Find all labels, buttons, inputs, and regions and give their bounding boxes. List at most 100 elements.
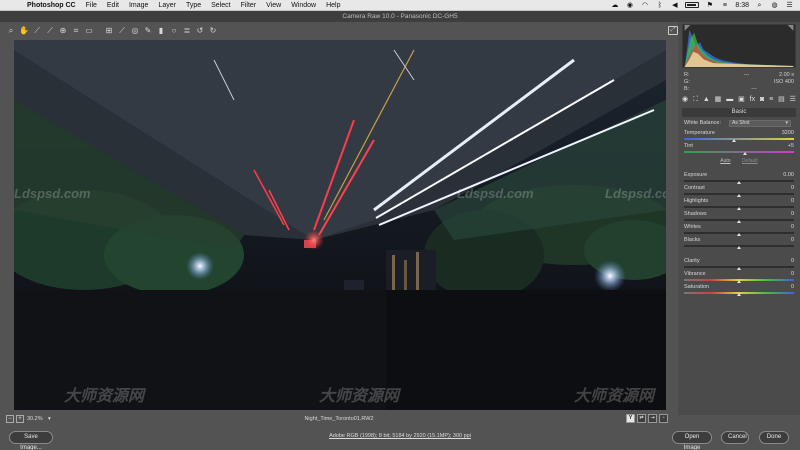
slider-thumb[interactable] xyxy=(737,246,741,249)
before-after-toggle[interactable]: Y xyxy=(626,414,635,423)
adjustment-brush-icon[interactable]: ✎ xyxy=(143,26,153,36)
preferences-icon[interactable]: ≣ xyxy=(182,26,192,36)
slider-track[interactable] xyxy=(684,138,794,140)
open-image-button[interactable]: Open Image xyxy=(672,431,712,450)
full-screen-button[interactable]: ⤢ xyxy=(668,26,678,35)
siri-icon[interactable]: ◍ xyxy=(770,2,779,9)
slider-vibrance[interactable]: Vibrance 0 xyxy=(684,271,794,283)
toggle-default-icon[interactable]: ▫ xyxy=(659,414,668,423)
menu-edit[interactable]: Edit xyxy=(102,2,124,9)
slider-value[interactable]: 3200 xyxy=(782,130,794,136)
slider-whites[interactable]: Whites 0 xyxy=(684,224,794,236)
tab-presets-icon[interactable]: ≡ xyxy=(769,95,773,105)
default-link[interactable]: Default xyxy=(742,158,758,164)
slider-thumb[interactable] xyxy=(737,207,741,210)
copy-settings-icon[interactable]: ⇥ xyxy=(648,414,657,423)
slider-value[interactable]: 0 xyxy=(791,237,794,243)
slider-thumb[interactable] xyxy=(737,233,741,236)
slider-thumb[interactable] xyxy=(742,152,747,155)
menu-filter[interactable]: Filter xyxy=(236,2,262,9)
spot-removal-tool-icon[interactable]: ⟋ xyxy=(117,26,127,36)
slider-value[interactable]: 0 xyxy=(791,284,794,290)
menu-layer[interactable]: Layer xyxy=(153,2,181,9)
slider-value[interactable]: 0 xyxy=(791,224,794,230)
slider-thumb[interactable] xyxy=(737,293,741,296)
slider-thumb[interactable] xyxy=(737,220,741,223)
red-eye-tool-icon[interactable]: ◎ xyxy=(130,26,140,36)
notification-center-icon[interactable]: ☰ xyxy=(785,2,794,9)
rotate-right-icon[interactable]: ↻ xyxy=(208,26,218,36)
slider-contrast[interactable]: Contrast 0 xyxy=(684,185,794,197)
slider-value[interactable]: +5 xyxy=(788,143,794,149)
bluetooth-icon[interactable]: ᛒ xyxy=(655,2,664,9)
creative-cloud-icon[interactable]: ☁ xyxy=(610,2,619,9)
tab-split-toning-icon[interactable]: ▬ xyxy=(726,95,733,105)
slider-tint[interactable]: Tint +5 xyxy=(684,143,794,155)
menu-app-name[interactable]: Photoshop CC xyxy=(22,2,81,9)
image-preview[interactable]: Ldspsd.com Ldspsd.com Ldspsd.com 大师资源网 大… xyxy=(14,40,666,410)
slider-value[interactable]: 0 xyxy=(791,211,794,217)
menu-select[interactable]: Select xyxy=(206,2,235,9)
tab-hsl-icon[interactable]: ▦ xyxy=(715,95,722,105)
slider-thumb[interactable] xyxy=(737,181,741,184)
color-sampler-tool-icon[interactable]: ⟋ xyxy=(45,26,55,36)
slider-value[interactable]: 0 xyxy=(791,258,794,264)
slider-track[interactable] xyxy=(684,151,794,153)
slider-value[interactable]: 0.00 xyxy=(783,172,794,178)
done-button[interactable]: Done xyxy=(759,431,789,444)
white-balance-tool-icon[interactable]: ⟋ xyxy=(32,26,42,36)
menu-file[interactable]: File xyxy=(81,2,102,9)
rotate-left-icon[interactable]: ↺ xyxy=(195,26,205,36)
slider-thumb[interactable] xyxy=(731,139,736,142)
slider-shadows[interactable]: Shadows 0 xyxy=(684,211,794,223)
slider-value[interactable]: 0 xyxy=(791,185,794,191)
auto-link[interactable]: Auto xyxy=(720,158,730,164)
menu-image[interactable]: Image xyxy=(124,2,153,9)
menu-window[interactable]: Window xyxy=(286,2,321,9)
tab-effects-icon[interactable]: fx xyxy=(750,95,755,105)
slider-blacks[interactable]: Blacks 0 xyxy=(684,237,794,249)
menu-help[interactable]: Help xyxy=(321,2,345,9)
panel-title: Basic xyxy=(682,108,796,117)
panel-menu-icon[interactable]: ☰ xyxy=(790,95,796,105)
eye-icon[interactable]: ◉ xyxy=(625,2,634,9)
zoom-tool-icon[interactable]: ⌕ xyxy=(6,26,16,36)
spotlight-search-icon[interactable]: ⌕ xyxy=(755,2,764,9)
crop-tool-icon[interactable]: ⌗ xyxy=(71,26,81,36)
wifi-icon[interactable]: ◠ xyxy=(640,2,649,9)
battery-icon[interactable] xyxy=(685,2,700,8)
slider-value[interactable]: 0 xyxy=(791,271,794,277)
hand-tool-icon[interactable]: ✋ xyxy=(19,26,29,36)
menu-view[interactable]: View xyxy=(261,2,286,9)
tab-snapshots-icon[interactable]: ▤ xyxy=(778,95,785,105)
tab-tone-curve-icon[interactable]: ⛶ xyxy=(693,95,698,105)
menu-list-icon[interactable]: ≡ xyxy=(720,2,729,9)
slider-exposure[interactable]: Exposure 0.00 xyxy=(684,172,794,184)
targeted-adjustment-tool-icon[interactable]: ⊕ xyxy=(58,26,68,36)
slider-highlights[interactable]: Highlights 0 xyxy=(684,198,794,210)
slider-clarity[interactable]: Clarity 0 xyxy=(684,258,794,270)
slider-temperature[interactable]: Temperature 3200 xyxy=(684,130,794,142)
tab-camera-calibration-icon[interactable]: ◙ xyxy=(760,95,764,105)
slider-value[interactable]: 0 xyxy=(791,198,794,204)
tab-detail-icon[interactable]: ▲ xyxy=(703,95,710,105)
tab-lens-icon[interactable]: ▣ xyxy=(738,95,745,105)
transform-tool-icon[interactable]: ⊞ xyxy=(104,26,114,36)
white-balance-select[interactable]: As Shot xyxy=(729,119,791,127)
flag-icon[interactable]: ⚑ xyxy=(705,2,714,9)
slider-thumb[interactable] xyxy=(737,280,741,283)
white-balance-label: White Balance: xyxy=(684,120,721,126)
tab-basic-icon[interactable]: ◉ xyxy=(682,95,688,105)
clock[interactable]: 8:38 xyxy=(735,2,749,9)
menu-type[interactable]: Type xyxy=(181,2,206,9)
straighten-tool-icon[interactable]: ▭ xyxy=(84,26,94,36)
swap-settings-icon[interactable]: ⇄ xyxy=(637,414,646,423)
slider-thumb[interactable] xyxy=(737,267,741,270)
slider-saturation[interactable]: Saturation 0 xyxy=(684,284,794,296)
graduated-filter-icon[interactable]: ▮ xyxy=(156,26,166,36)
cancel-button[interactable]: Cancel xyxy=(721,431,749,444)
volume-icon[interactable]: ◀ xyxy=(670,2,679,9)
slider-thumb[interactable] xyxy=(737,194,741,197)
info-readout: R: --- 2.00 s G: ISO 400 B: --- xyxy=(684,72,794,93)
radial-filter-icon[interactable]: ○ xyxy=(169,26,179,36)
